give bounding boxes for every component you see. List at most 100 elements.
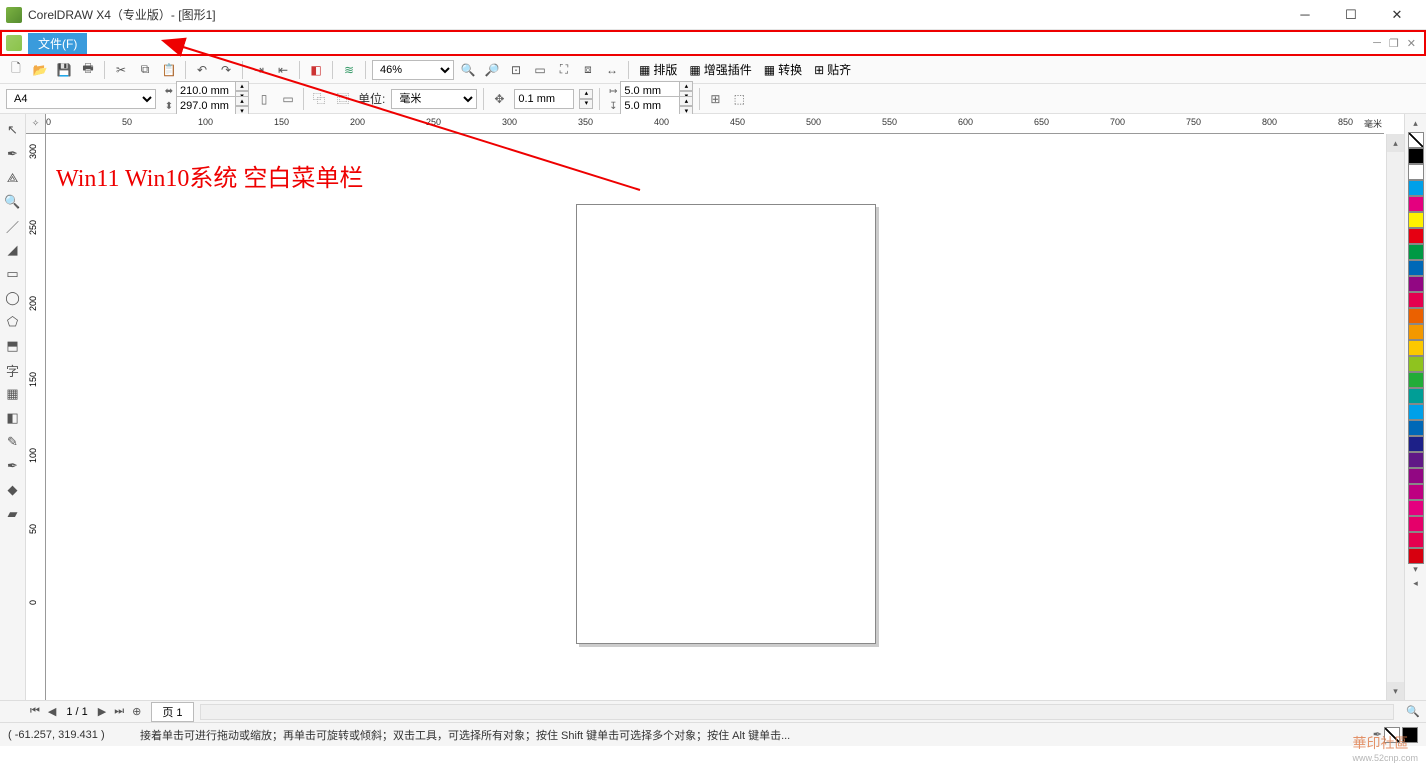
color-swatch[interactable] <box>1408 324 1424 340</box>
first-page-button[interactable]: ⏮ <box>26 705 44 718</box>
rectangle-tool[interactable]: ▭ <box>3 264 23 284</box>
color-swatch[interactable] <box>1408 548 1424 564</box>
new-icon[interactable]: 🗋 <box>6 60 26 80</box>
color-swatch[interactable] <box>1408 340 1424 356</box>
color-swatch[interactable] <box>1408 452 1424 468</box>
plugin-button[interactable]: ▦增强插件 <box>685 60 755 80</box>
shape-tool[interactable]: ✒ <box>3 144 23 164</box>
ruler-origin[interactable]: ✧ <box>26 114 46 134</box>
paper-size-select[interactable]: A4 <box>6 89 156 109</box>
polygon-tool[interactable]: ⬠ <box>3 312 23 332</box>
last-page-button[interactable]: ⏭ <box>110 705 128 718</box>
vertical-scrollbar[interactable]: ▴ ▾ <box>1386 134 1404 700</box>
color-swatch[interactable] <box>1408 484 1424 500</box>
minimize-button[interactable]: ─ <box>1282 0 1328 30</box>
color-swatch[interactable] <box>1408 436 1424 452</box>
cut-icon[interactable]: ✂ <box>111 60 131 80</box>
vertical-ruler[interactable]: 300250200150100500 <box>26 134 46 700</box>
landscape-icon[interactable]: ▭ <box>279 90 297 108</box>
freehand-tool[interactable]: ／ <box>3 216 23 236</box>
color-swatch[interactable] <box>1408 164 1424 180</box>
horizontal-scrollbar[interactable] <box>200 704 1395 720</box>
zoom-select[interactable]: 46% <box>372 60 454 80</box>
layout-button[interactable]: ▦排版 <box>635 60 681 80</box>
color-swatch[interactable] <box>1408 468 1424 484</box>
page-canvas[interactable] <box>576 204 876 644</box>
copy-icon[interactable]: ⧉ <box>135 60 155 80</box>
color-swatch[interactable] <box>1408 180 1424 196</box>
prev-page-button[interactable]: ◀ <box>44 705 60 718</box>
mdi-restore-icon[interactable]: ❐ <box>1389 37 1399 50</box>
color-swatch[interactable] <box>1408 148 1424 164</box>
portrait-icon[interactable]: ▯ <box>255 90 273 108</box>
maximize-button[interactable]: ☐ <box>1328 0 1374 30</box>
smart-fill-tool[interactable]: ◢ <box>3 240 23 260</box>
zoom-fit-icon[interactable]: ⊡ <box>506 60 526 80</box>
color-swatch[interactable] <box>1408 196 1424 212</box>
interactive-fill-tool[interactable]: ▰ <box>3 504 23 524</box>
outline-tool[interactable]: ✒ <box>3 456 23 476</box>
spin-down[interactable]: ▾ <box>579 99 593 109</box>
zoom-tool[interactable]: 🔍 <box>3 192 23 212</box>
page-height-input[interactable] <box>176 96 236 116</box>
color-swatch[interactable] <box>1408 372 1424 388</box>
crop-tool[interactable]: ⟁ <box>3 168 23 188</box>
interactive-tool[interactable]: ◧ <box>3 408 23 428</box>
next-page-button[interactable]: ▶ <box>94 705 110 718</box>
pick-tool[interactable]: ↖ <box>3 120 23 140</box>
paste-icon[interactable]: 📋 <box>159 60 179 80</box>
color-swatch[interactable] <box>1408 212 1424 228</box>
color-swatch[interactable] <box>1408 356 1424 372</box>
zoom-width-icon[interactable]: ↔ <box>602 60 622 80</box>
spin-up[interactable]: ▴ <box>679 81 693 91</box>
treat-as-filled-icon[interactable]: ⬚ <box>730 90 748 108</box>
color-swatch[interactable] <box>1408 244 1424 260</box>
open-icon[interactable]: 📂 <box>30 60 50 80</box>
undo-icon[interactable]: ↶ <box>192 60 212 80</box>
snap-options-icon[interactable]: ⊞ <box>706 90 724 108</box>
eyedropper-tool[interactable]: ✎ <box>3 432 23 452</box>
nudge-input[interactable] <box>514 89 574 109</box>
app-launcher-icon[interactable]: ◧ <box>306 60 326 80</box>
scroll-up-button[interactable]: ▴ <box>1387 134 1404 152</box>
import-icon[interactable]: ⇥ <box>249 60 269 80</box>
menu-bar[interactable]: 文件(F) ─ ❐ ✕ <box>0 30 1426 56</box>
ellipse-tool[interactable]: ◯ <box>3 288 23 308</box>
drawing-viewport[interactable] <box>46 134 1384 700</box>
color-swatch[interactable] <box>1408 228 1424 244</box>
page-tab[interactable]: 页 1 <box>151 702 193 722</box>
spin-up[interactable]: ▴ <box>235 96 249 106</box>
page-layout-icon[interactable]: ⿻ <box>310 90 328 108</box>
color-swatch[interactable] <box>1408 420 1424 436</box>
find-icon[interactable]: 🔍 <box>1400 705 1426 718</box>
facing-pages-icon[interactable]: ⿴ <box>334 90 352 108</box>
save-icon[interactable]: 💾 <box>54 60 74 80</box>
palette-scroll-up[interactable]: ▴ <box>1413 118 1418 132</box>
zoom-out-icon[interactable]: 🔎 <box>482 60 502 80</box>
mdi-close-icon[interactable]: ✕ <box>1407 37 1416 50</box>
zoom-page-icon[interactable]: ▭ <box>530 60 550 80</box>
zoom-selection-icon[interactable]: ⧈ <box>578 60 598 80</box>
color-swatch[interactable] <box>1408 276 1424 292</box>
zoom-in-icon[interactable]: 🔍 <box>458 60 478 80</box>
table-tool[interactable]: ▦ <box>3 384 23 404</box>
palette-scroll-down[interactable]: ▾ <box>1413 564 1418 578</box>
color-swatch[interactable] <box>1408 308 1424 324</box>
no-color-swatch[interactable] <box>1408 132 1424 148</box>
color-swatch[interactable] <box>1408 292 1424 308</box>
palette-flyout[interactable]: ◂ <box>1413 578 1418 592</box>
fill-tool[interactable]: ◆ <box>3 480 23 500</box>
print-icon[interactable]: 🖶 <box>78 60 98 80</box>
export-icon[interactable]: ⇤ <box>273 60 293 80</box>
add-page-button[interactable]: ⊕ <box>128 705 145 718</box>
redo-icon[interactable]: ↷ <box>216 60 236 80</box>
close-button[interactable]: ✕ <box>1374 0 1420 30</box>
color-swatch[interactable] <box>1408 404 1424 420</box>
mdi-minimize-icon[interactable]: ─ <box>1373 37 1381 50</box>
spin-up[interactable]: ▴ <box>579 89 593 99</box>
dup-y-input[interactable] <box>620 96 680 116</box>
color-swatch[interactable] <box>1408 500 1424 516</box>
menu-file[interactable]: 文件(F) <box>28 33 87 54</box>
spin-up[interactable]: ▴ <box>235 81 249 91</box>
units-select[interactable]: 毫米 <box>391 89 477 109</box>
